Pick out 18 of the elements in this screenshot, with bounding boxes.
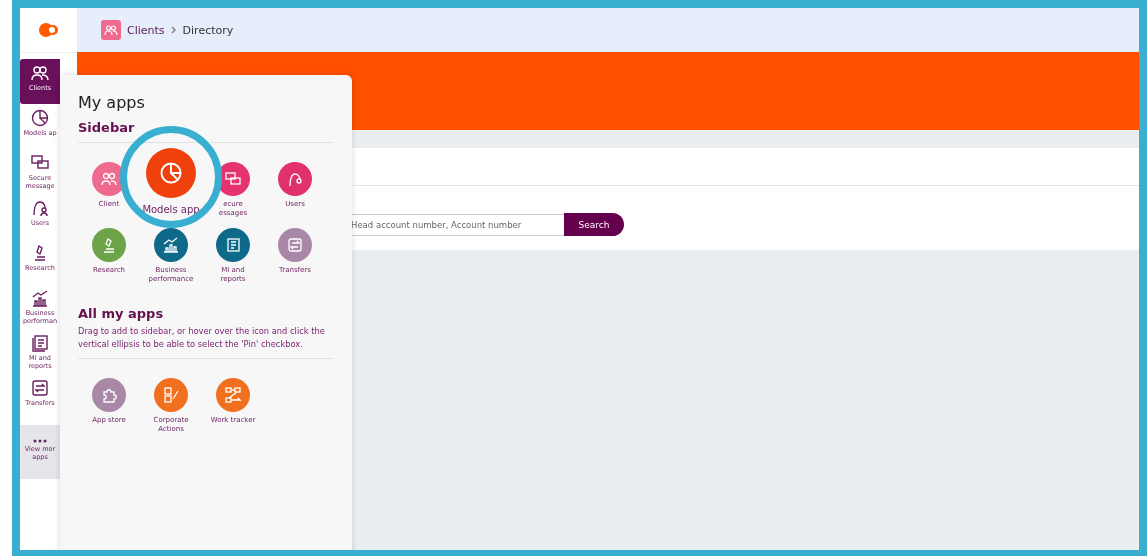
doc-icon <box>31 334 49 352</box>
instruction-text: Drag to add to sidebar, or hover over the icon and click the vertical ellipsis to be able to select the 'Pin' checkbox. <box>78 325 326 351</box>
panel-title: My apps <box>78 93 146 112</box>
section-heading: Sidebar <box>78 120 136 135</box>
people-icon <box>101 20 121 40</box>
chat-icon <box>31 154 49 172</box>
pie-icon <box>31 109 49 127</box>
ellipsis-icon <box>33 439 47 443</box>
section-heading: All my apps <box>78 306 165 321</box>
logo-icon <box>38 23 59 37</box>
breadcrumb-current: Directory <box>182 23 234 37</box>
app-tile[interactable]: Models app <box>140 148 202 218</box>
swap-icon <box>31 379 49 397</box>
search-button[interactable]: Search <box>564 213 624 236</box>
chevron-right-icon <box>170 26 177 34</box>
breadcrumb-link[interactable]: Clients <box>127 23 165 37</box>
people-icon <box>31 64 49 82</box>
chart-icon <box>31 289 49 307</box>
